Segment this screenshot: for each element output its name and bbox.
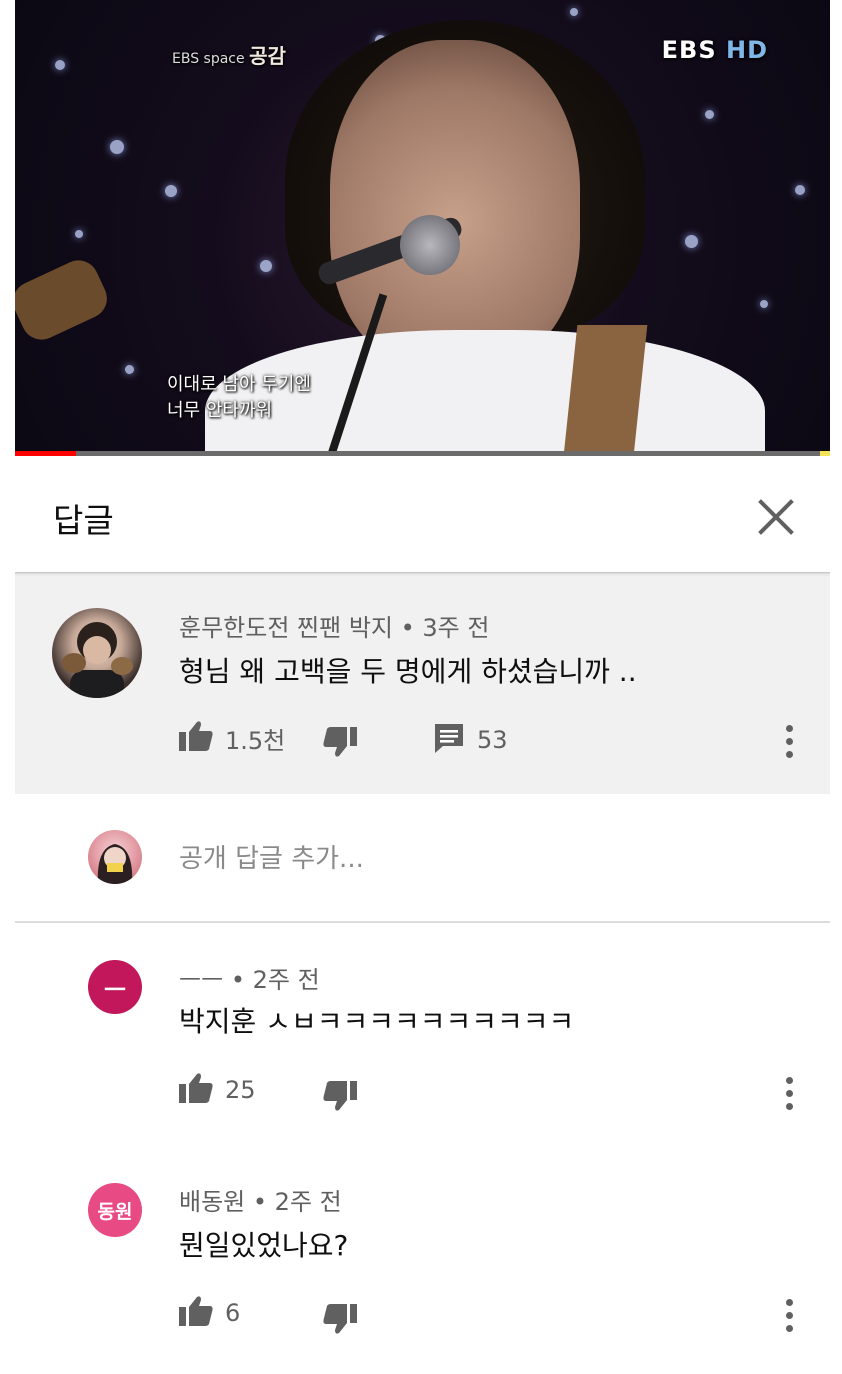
reply-dislike <box>323 1303 357 1339</box>
close-button[interactable] <box>753 494 799 540</box>
video-subtitle: 이대로 남아 두기엔 너무 안타까워 <box>167 372 311 424</box>
thumbs-down-icon <box>323 1081 357 1111</box>
main-comment-dislike <box>323 726 357 762</box>
like-button[interactable] <box>179 1295 213 1331</box>
video-guitar-strap <box>562 325 648 455</box>
reply-author[interactable]: 배동원 <box>179 1188 245 1216</box>
reply-text: 박지훈 ㅅㅂㅋㅋㅋㅋㅋㅋㅋㅋㅋㅋ <box>179 1005 575 1038</box>
program-logo-small: EBS space <box>172 51 245 67</box>
main-comment-author[interactable]: 훈무한도전 찐팬 박지 <box>179 614 393 642</box>
reply-meta: 배동원 • 2주 전 <box>179 1182 342 1217</box>
current-user-avatar[interactable] <box>88 830 142 884</box>
reply-time: • 2주 전 <box>252 1188 342 1216</box>
reply-more-button[interactable] <box>779 1074 799 1114</box>
thumbs-up-icon <box>179 721 213 751</box>
reply-avatar[interactable]: 동원 <box>88 1183 142 1237</box>
subtitle-line-2: 너무 안타까워 <box>167 400 273 421</box>
divider <box>15 921 830 923</box>
main-comment-more-button[interactable] <box>779 722 799 762</box>
like-button[interactable] <box>179 1072 213 1108</box>
video-microphone-head <box>400 215 460 275</box>
reply-text: 뭔일있었나요? <box>179 1229 349 1262</box>
reply-more-button[interactable] <box>779 1296 799 1336</box>
reply-meta: ㅡㅡ • 2주 전 <box>179 960 320 995</box>
like-count: 25 <box>225 1076 256 1104</box>
main-comment-text: 형님 왜 고백을 두 명에게 하셨습니까 .. <box>179 655 637 688</box>
reply-count: 53 <box>477 726 508 754</box>
close-icon <box>758 499 794 535</box>
channel-logo: EBS HD <box>662 36 768 64</box>
dislike-button[interactable] <box>323 1303 357 1339</box>
reply-button[interactable] <box>433 722 465 758</box>
program-logo-big: 공감 <box>249 44 286 68</box>
replies-title: 답글 <box>53 501 114 540</box>
reply-like: 25 <box>179 1072 256 1108</box>
video-performer-face <box>330 40 580 370</box>
channel-logo-text: EBS <box>661 36 717 64</box>
thumbs-up-icon <box>179 1296 213 1326</box>
main-comment-like: 1.5천 <box>179 720 285 756</box>
program-logo: EBS space 공감 <box>172 40 286 69</box>
reply-avatar[interactable]: ㅡ <box>88 960 142 1014</box>
main-comment-meta: 훈무한도전 찐팬 박지 • 3주 전 <box>179 608 489 643</box>
thumbs-up-icon <box>179 1073 213 1103</box>
avatar-photo <box>97 844 133 884</box>
comment-icon <box>435 724 463 753</box>
main-comment: 훈무한도전 찐팬 박지 • 3주 전 형님 왜 고백을 두 명에게 하셨습니까 … <box>15 576 830 794</box>
subtitle-line-1: 이대로 남아 두기엔 <box>167 374 311 395</box>
main-comment-time: • 3주 전 <box>400 614 490 642</box>
main-comment-avatar[interactable] <box>52 608 142 698</box>
add-reply-row: 공개 답글 추가... <box>15 794 830 921</box>
video-guitar-neck <box>15 253 114 347</box>
thumbs-down-icon <box>323 1304 357 1334</box>
reply-avatar-letter: 동원 <box>97 1200 133 1223</box>
replies-header: 답글 <box>15 456 830 572</box>
like-count: 6 <box>225 1299 241 1327</box>
channel-logo-hd: HD <box>725 36 768 64</box>
dislike-button[interactable] <box>323 726 357 762</box>
reply-like: 6 <box>179 1295 240 1331</box>
video-player[interactable]: EBS space 공감 EBS HD 이대로 남아 두기엔 너무 안타까워 <box>15 0 830 455</box>
reply-time: • 2주 전 <box>230 966 320 994</box>
add-reply-input[interactable]: 공개 답글 추가... <box>179 838 364 875</box>
reply-dislike <box>323 1080 357 1116</box>
thumbs-down-icon <box>323 727 357 757</box>
avatar-photo <box>62 622 133 698</box>
like-count: 1.5천 <box>225 726 286 755</box>
reply-avatar-letter: ㅡ <box>103 975 127 1004</box>
dislike-button[interactable] <box>323 1080 357 1116</box>
reply-author[interactable]: ㅡㅡ <box>179 966 223 994</box>
main-comment-replies: 53 <box>433 722 508 758</box>
like-button[interactable] <box>179 720 213 756</box>
